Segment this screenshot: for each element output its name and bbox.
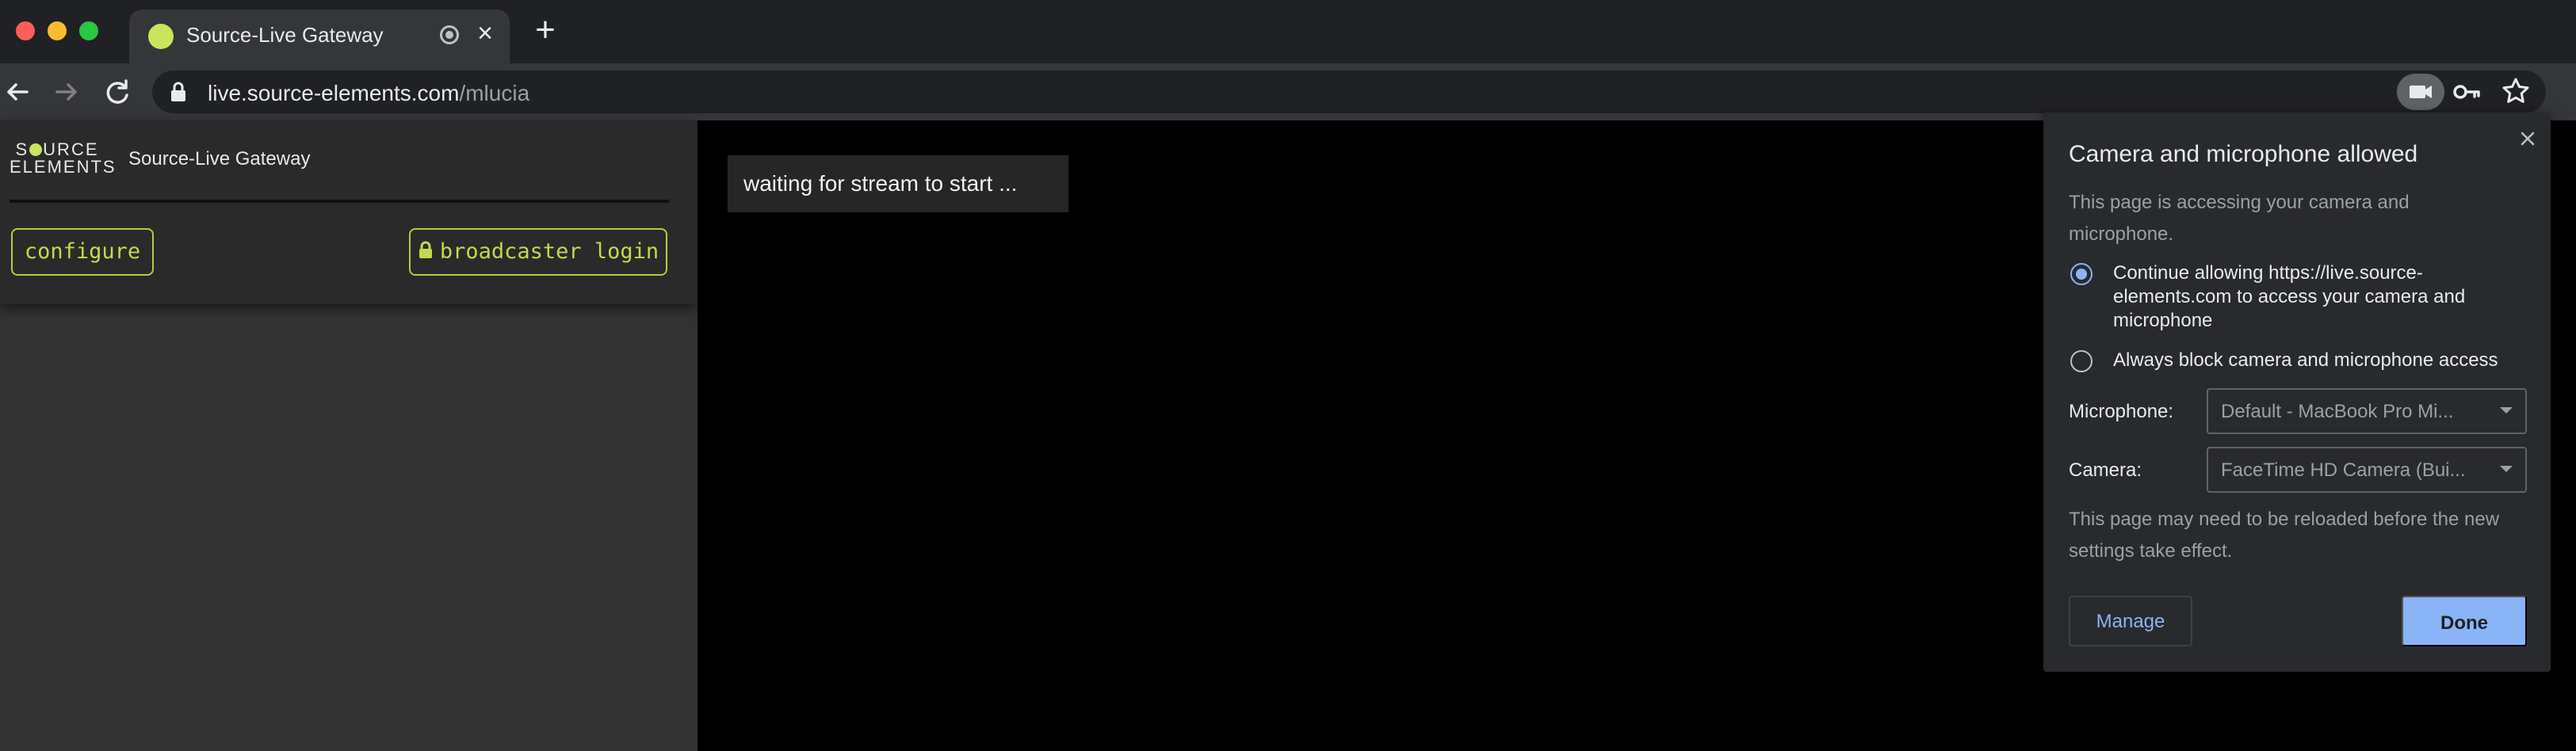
- logo-dot-icon: [29, 143, 43, 156]
- always-block-label[interactable]: Always block camera and microphone acces…: [2113, 349, 2541, 372]
- recording-indicator-icon: [440, 25, 459, 44]
- camera-select-value: FaceTime HD Camera (Bui...: [2221, 459, 2466, 481]
- microphone-select[interactable]: Default - MacBook Pro Mi...: [2207, 388, 2527, 434]
- window-minimize-button[interactable]: [48, 21, 67, 40]
- window-zoom-button[interactable]: [79, 21, 98, 40]
- address-bar[interactable]: live.source-elements.com/mlucia: [152, 71, 2546, 113]
- bubble-description: This page is accessing your camera and m…: [2069, 192, 2410, 245]
- app-title: Source-Live Gateway: [128, 148, 311, 170]
- sidebar: S URCE ELEMENTS Source-Live Gateway confi…: [0, 120, 698, 751]
- continue-allowing-label[interactable]: Continue allowing https://live.source-el…: [2113, 261, 2525, 333]
- dropdown-caret-icon: [2500, 466, 2513, 472]
- close-icon[interactable]: [2516, 127, 2540, 151]
- tab-close-icon[interactable]: ×: [472, 17, 499, 49]
- camera-permission-bubble: Camera and microphone allowed This page …: [2043, 112, 2551, 672]
- bubble-title: Camera and microphone allowed: [2069, 141, 2418, 167]
- microphone-select-value: Default - MacBook Pro Mi...: [2221, 401, 2454, 422]
- reload-note: This page may need to be reloaded before…: [2069, 509, 2500, 562]
- lock-icon[interactable]: [170, 82, 187, 102]
- always-block-radio[interactable]: [2070, 350, 2093, 372]
- favicon-icon: [148, 24, 174, 49]
- star-icon[interactable]: [2500, 75, 2532, 107]
- microphone-label: Microphone:: [2069, 401, 2174, 422]
- back-icon[interactable]: [0, 74, 35, 109]
- header-divider: [10, 200, 669, 203]
- configure-button[interactable]: configure: [11, 228, 154, 276]
- new-tab-plus-icon[interactable]: +: [529, 13, 561, 48]
- window-close-button[interactable]: [16, 21, 35, 40]
- manage-button[interactable]: Manage: [2069, 596, 2192, 646]
- sidebar-header: S URCE ELEMENTS Source-Live Gateway confi…: [0, 120, 698, 304]
- browser-tab-bar: Source-Live Gateway × +: [0, 0, 2576, 63]
- dropdown-caret-icon: [2500, 407, 2513, 414]
- url-text[interactable]: live.source-elements.com/mlucia: [208, 81, 529, 106]
- done-button[interactable]: Done: [2402, 596, 2527, 646]
- forward-icon[interactable]: [49, 74, 84, 109]
- url-path: /mlucia: [459, 81, 530, 105]
- key-icon[interactable]: [2451, 77, 2482, 107]
- broadcaster-login-button[interactable]: broadcaster login: [409, 228, 667, 276]
- url-host: live.source-elements.com: [208, 81, 460, 105]
- camera-select[interactable]: FaceTime HD Camera (Bui...: [2207, 447, 2527, 493]
- continue-allowing-radio[interactable]: [2070, 263, 2093, 285]
- source-elements-logo: S URCE ELEMENTS: [10, 139, 117, 177]
- tab-title: Source-Live Gateway: [186, 23, 384, 47]
- reload-icon[interactable]: [100, 74, 135, 109]
- browser-tab[interactable]: Source-Live Gateway ×: [129, 10, 510, 63]
- camera-in-use-icon[interactable]: [2397, 74, 2444, 110]
- lock-icon: [419, 241, 432, 258]
- broadcaster-login-label: broadcaster login: [439, 239, 659, 264]
- stream-status-message: waiting for stream to start ...: [728, 155, 1068, 212]
- camera-label: Camera:: [2069, 459, 2142, 481]
